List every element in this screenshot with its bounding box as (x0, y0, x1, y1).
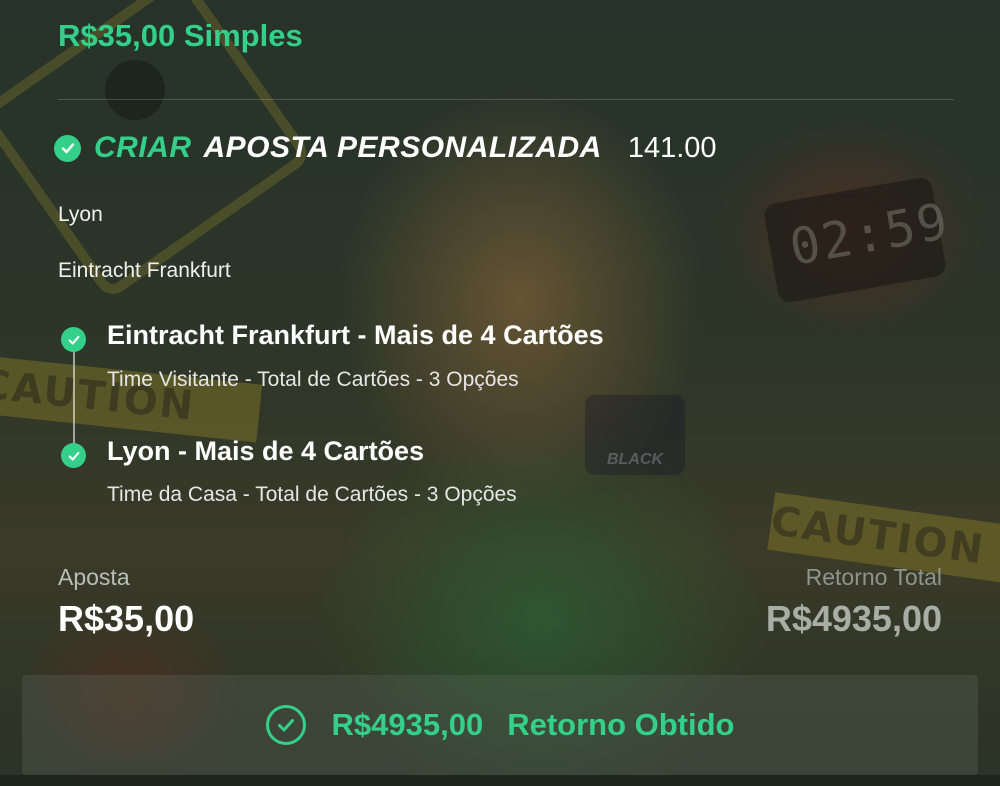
selection-subtitle: Time Visitante - Total de Cartões - 3 Op… (107, 368, 519, 391)
bottom-edge (0, 775, 1000, 786)
selection-title: Lyon - Mais de 4 Cartões (107, 436, 425, 466)
check-circle-icon (61, 327, 86, 352)
bet-title: APOSTA PERSONALIZADA (203, 131, 602, 164)
bet-title-row: CRIAR APOSTA PERSONALIZADA 141.00 (54, 128, 717, 168)
selection-timeline (73, 340, 75, 452)
bet-odds: 141.00 (627, 131, 717, 164)
return-obtained-label: Retorno Obtido (507, 707, 735, 742)
return-obtained-banner: R$4935,00 Retorno Obtido (22, 675, 978, 775)
team-name: Lyon (58, 203, 103, 226)
bet-type-header: R$35,00 Simples (58, 18, 303, 53)
divider (58, 99, 954, 100)
stake-value: R$35,00 (58, 598, 195, 639)
check-circle-icon (61, 443, 86, 468)
total-return-value: R$4935,00 (765, 598, 942, 639)
selection-title: Eintracht Frankfurt - Mais de 4 Cartões (107, 320, 604, 350)
team-name: Eintracht Frankfurt (58, 259, 231, 282)
return-obtained-amount: R$4935,00 (331, 707, 484, 742)
selection-subtitle: Time da Casa - Total de Cartões - 3 Opçõ… (107, 483, 517, 506)
check-outline-icon (265, 705, 306, 745)
bet-card: R$35,00 Simples CRIAR APOSTA PERSONALIZA… (0, 0, 1000, 786)
total-return-label: Retorno Total (805, 564, 942, 590)
stake-label: Aposta (58, 564, 130, 590)
bet-title-highlight: CRIAR (94, 131, 192, 164)
check-circle-icon (54, 134, 81, 162)
